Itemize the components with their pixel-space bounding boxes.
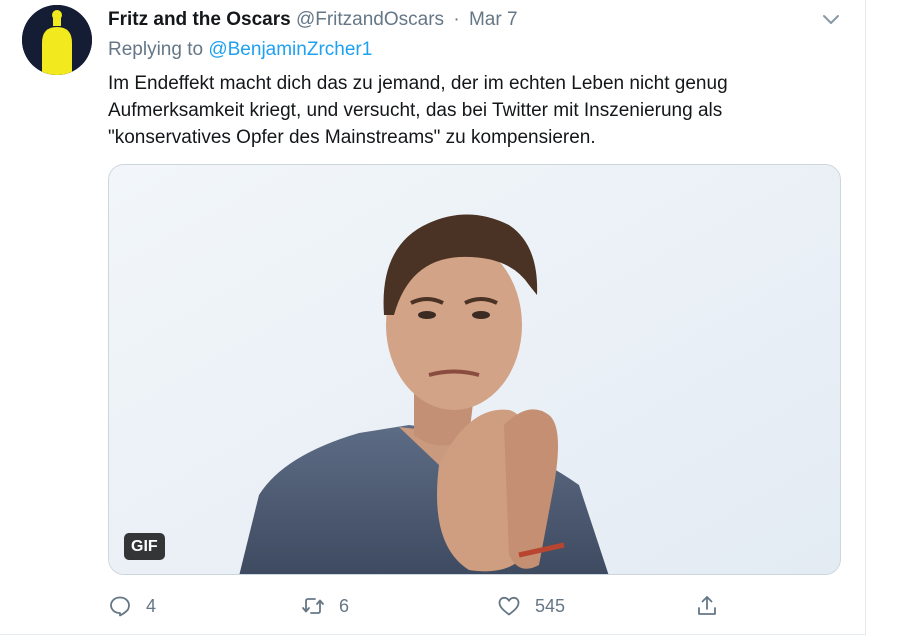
- replying-to-label: Replying to: [108, 39, 204, 60]
- share-icon: [698, 596, 716, 615]
- retweet-button[interactable]: 6: [301, 592, 349, 620]
- gif-media[interactable]: GIF: [108, 164, 841, 575]
- header-separator: ·: [453, 9, 460, 30]
- gif-badge: GIF: [124, 533, 165, 560]
- author-name[interactable]: Fritz and the Oscars: [108, 9, 291, 30]
- tweet-header: Fritz and the Oscars @FritzandOscars · M…: [108, 8, 518, 32]
- author-handle[interactable]: @FritzandOscars: [296, 9, 444, 30]
- tweet-actions: 4 6 545: [108, 592, 728, 620]
- heart-icon: [498, 596, 520, 616]
- like-button[interactable]: 545: [497, 592, 565, 620]
- like-count: 545: [535, 595, 566, 616]
- retweet-count: 6: [339, 595, 350, 616]
- tweet-text: Im Endeffekt macht dich das zu jemand, d…: [108, 70, 838, 151]
- reply-button[interactable]: 4: [108, 592, 156, 620]
- tweet-menu-button[interactable]: [820, 8, 842, 30]
- tweet-text-line: "konservatives Opfer des Mainstreams" zu…: [108, 127, 596, 148]
- avatar-silhouette-icon: [22, 5, 92, 75]
- timeline-right-border: [865, 0, 866, 636]
- replying-to-line: Replying to @BenjaminZrcher1: [108, 38, 372, 62]
- tweet-bottom-border: [0, 634, 866, 635]
- author-avatar[interactable]: [22, 5, 92, 75]
- tweet-text-line: Im Endeffekt macht dich das zu jemand, d…: [108, 73, 728, 94]
- share-button[interactable]: [695, 592, 719, 620]
- retweet-icon: [302, 598, 324, 614]
- replying-to-link[interactable]: @BenjaminZrcher1: [208, 39, 372, 60]
- tweet-date[interactable]: Mar 7: [469, 9, 518, 30]
- reply-icon: [110, 596, 130, 617]
- gif-preview-image: [109, 165, 840, 574]
- chevron-down-icon: [823, 15, 839, 24]
- tweet-text-line: Aufmerksamkeit kriegt, und versucht, das…: [108, 100, 723, 121]
- reply-count: 4: [146, 595, 157, 616]
